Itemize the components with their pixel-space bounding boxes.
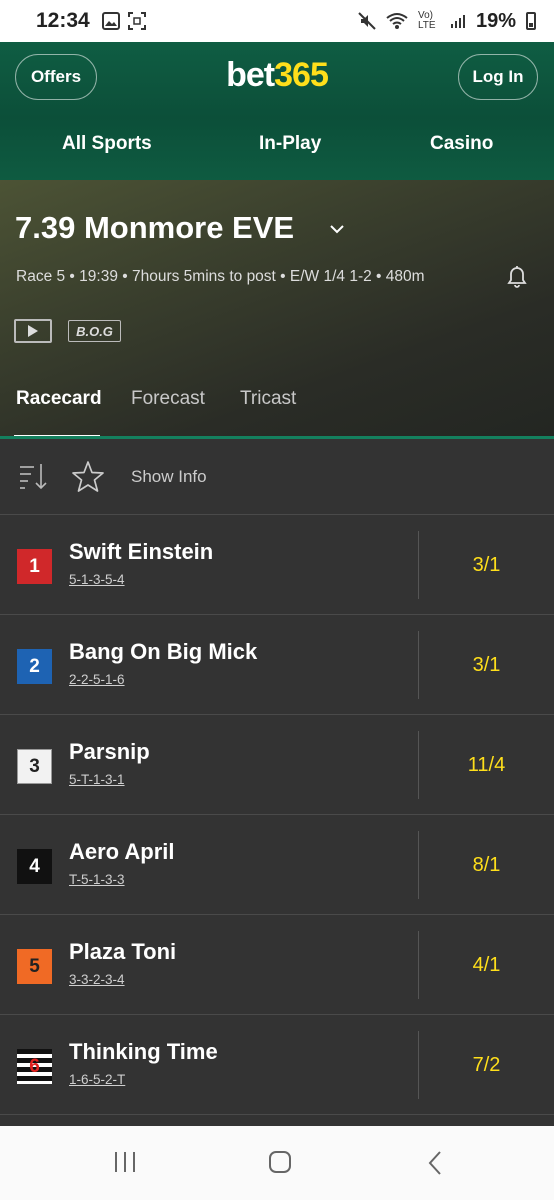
nav-casino[interactable]: Casino	[430, 133, 493, 155]
bog-badge: B.O.G	[68, 320, 121, 342]
racecard-toolbar: Show Info	[0, 439, 554, 515]
runner-row: 6 Thinking Time 1-6-5-2-T 7/2	[0, 1015, 554, 1115]
runner-form[interactable]: T-5-1-3-3	[69, 872, 125, 887]
runner-name[interactable]: Bang On Big Mick	[69, 639, 257, 665]
back-icon[interactable]	[426, 1150, 444, 1176]
runner-row: 5 Plaza Toni 3-3-2-3-4 4/1	[0, 915, 554, 1015]
runner-name[interactable]: Aero April	[69, 839, 175, 865]
tab-racecard[interactable]: Racecard	[16, 388, 102, 410]
battery-icon	[526, 12, 536, 30]
app-header: Offers bet365 Log In All Sports In-Play …	[0, 42, 554, 180]
nav-all-sports[interactable]: All Sports	[62, 133, 152, 155]
runner-row: 4 Aero April T-5-1-3-3 8/1	[0, 815, 554, 915]
lte-icon: Vo) LTE	[417, 10, 436, 31]
race-header: 7.39 Monmore EVE Race 5 • 19:39 • 7hours…	[0, 180, 554, 438]
mute-icon	[358, 12, 376, 30]
runner-form[interactable]: 1-6-5-2-T	[69, 1072, 125, 1087]
odds-button[interactable]: 3/1	[419, 515, 554, 615]
odds-button[interactable]: 8/1	[419, 815, 554, 915]
race-tabs: Racecard Forecast Tricast	[0, 388, 554, 438]
home-icon[interactable]	[268, 1150, 292, 1174]
live-stream-icon[interactable]	[14, 319, 52, 343]
runner-row: 3 Parsnip 5-T-1-3-1 11/4	[0, 715, 554, 815]
system-nav-bar	[0, 1126, 554, 1200]
trap-badge: 6	[17, 1049, 52, 1084]
runner-row: 2 Bang On Big Mick 2-2-5-1-6 3/1	[0, 615, 554, 715]
tab-forecast[interactable]: Forecast	[131, 388, 205, 410]
status-time: 12:34	[36, 9, 90, 32]
show-info-toggle[interactable]: Show Info	[131, 467, 207, 487]
logo-text-bet: bet	[226, 56, 275, 94]
trap-badge: 4	[17, 849, 52, 884]
chevron-down-icon[interactable]	[330, 222, 344, 236]
trap-badge: 3	[17, 749, 52, 784]
runner-name[interactable]: Parsnip	[69, 739, 150, 765]
signal-icon	[450, 15, 465, 28]
gallery-icon	[101, 12, 120, 30]
runner-form[interactable]: 5-1-3-5-4	[69, 572, 125, 587]
runner-list: 1 Swift Einstein 5-1-3-5-4 3/1 2 Bang On…	[0, 515, 554, 1115]
status-bar: 12:34 Vo) LTE 19%	[0, 0, 554, 42]
sort-icon[interactable]	[18, 461, 50, 491]
star-icon[interactable]	[71, 460, 105, 493]
recent-apps-icon[interactable]	[112, 1150, 138, 1174]
tab-tricast[interactable]: Tricast	[240, 388, 296, 410]
runner-row: 1 Swift Einstein 5-1-3-5-4 3/1	[0, 515, 554, 615]
trap-badge: 2	[17, 649, 52, 684]
nav-in-play[interactable]: In-Play	[259, 133, 321, 155]
odds-button[interactable]: 11/4	[419, 715, 554, 815]
trap-badge: 1	[17, 549, 52, 584]
bell-icon[interactable]	[505, 264, 529, 290]
battery-percent: 19%	[475, 9, 516, 32]
logo-text-365: 365	[274, 56, 329, 94]
runner-name[interactable]: Thinking Time	[69, 1039, 218, 1065]
login-button[interactable]: Log In	[458, 54, 538, 100]
odds-button[interactable]: 7/2	[419, 1015, 554, 1115]
screenshot-icon	[127, 12, 146, 30]
wifi-icon	[386, 13, 408, 29]
runner-form[interactable]: 5-T-1-3-1	[69, 772, 125, 787]
odds-button[interactable]: 4/1	[419, 915, 554, 1015]
top-nav: All Sports In-Play Casino	[0, 130, 554, 160]
race-info: Race 5 • 19:39 • 7hours 5mins to post • …	[16, 268, 425, 285]
runner-name[interactable]: Plaza Toni	[69, 939, 176, 965]
odds-button[interactable]: 3/1	[419, 615, 554, 715]
play-icon	[28, 325, 38, 337]
runner-name[interactable]: Swift Einstein	[69, 539, 213, 565]
race-title[interactable]: 7.39 Monmore EVE	[15, 210, 294, 246]
trap-badge: 5	[17, 949, 52, 984]
runner-form[interactable]: 3-3-2-3-4	[69, 972, 125, 987]
runner-form[interactable]: 2-2-5-1-6	[69, 672, 125, 687]
